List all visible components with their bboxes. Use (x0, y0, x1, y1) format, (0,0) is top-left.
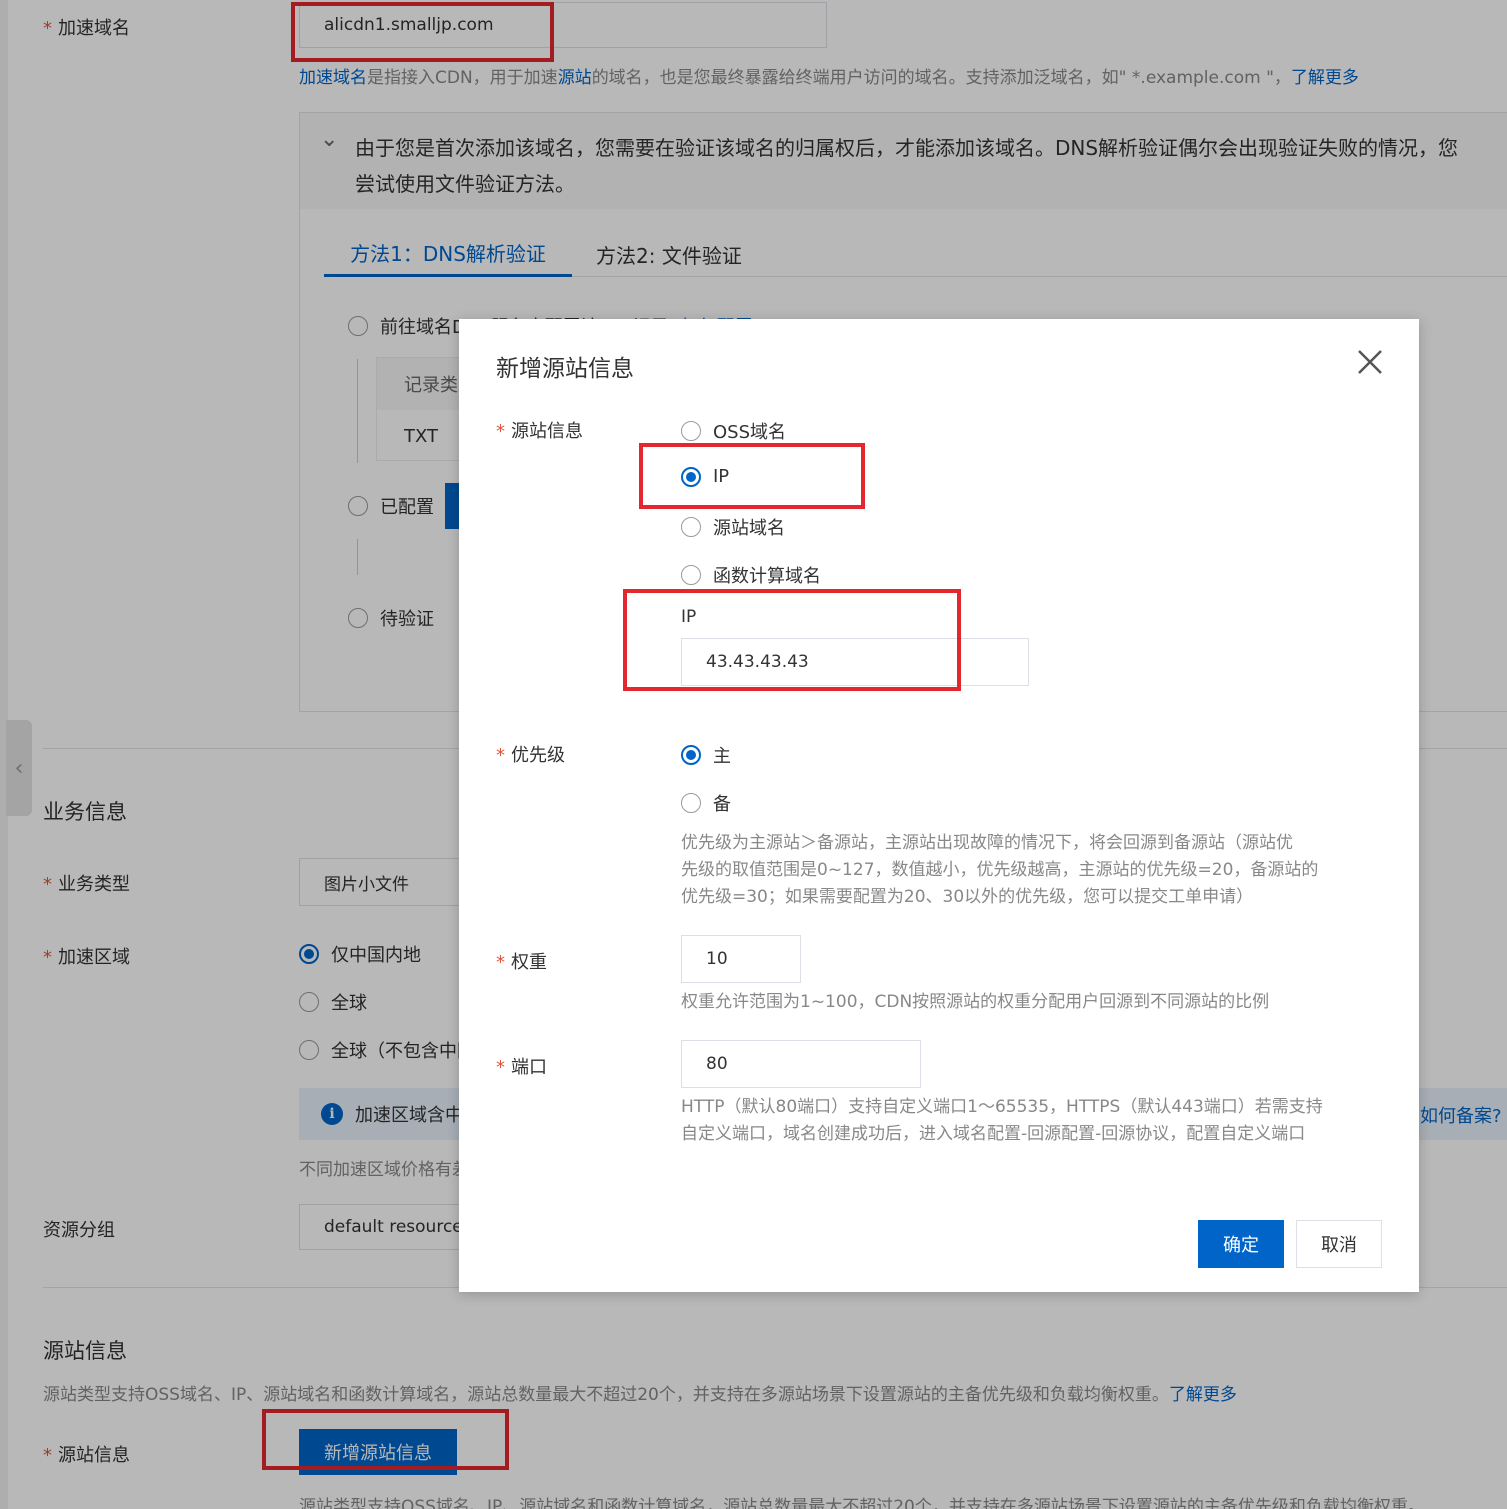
highlight-ip-input (623, 589, 961, 691)
close-icon[interactable] (1355, 347, 1385, 377)
cancel-button[interactable]: 取消 (1296, 1220, 1382, 1268)
port-label: * 端口 (496, 1057, 547, 1078)
weight-label: * 权重 (496, 952, 547, 973)
modal-origin-info-label: * 源站信息 (496, 421, 583, 442)
priority-primary[interactable]: 主 (681, 742, 731, 768)
add-origin-modal: 新增源站信息 * 源站信息 OSS域名 IP 源站域名 函数计算域名 IP 43.… (459, 319, 1419, 1292)
origin-type-oss-radio[interactable] (681, 421, 701, 441)
highlight-ip-option (639, 443, 865, 509)
weight-input[interactable]: 10 (681, 935, 801, 983)
priority-backup[interactable]: 备 (681, 790, 731, 816)
priority-label: * 优先级 (496, 745, 565, 766)
port-input[interactable]: 80 (681, 1040, 921, 1088)
origin-type-domain-radio[interactable] (681, 517, 701, 537)
priority-help: 优先级为主源站＞备源站，主源站出现故障的情况下，将会回源到备源站（源站优 先级的… (681, 833, 1319, 907)
weight-help: 权重允许范围为1~100，CDN按照源站的权重分配用户回源到不同源站的比例 (681, 992, 1270, 1012)
port-help: HTTP（默认80端口）支持自定义端口1～65535，HTTPS（默认443端口… (681, 1097, 1323, 1144)
confirm-button[interactable]: 确定 (1198, 1220, 1284, 1268)
origin-type-fc-radio[interactable] (681, 565, 701, 585)
origin-type-fc[interactable]: 函数计算域名 (681, 562, 821, 588)
priority-backup-radio[interactable] (681, 793, 701, 813)
origin-type-domain[interactable]: 源站域名 (681, 514, 785, 540)
origin-type-oss[interactable]: OSS域名 (681, 418, 786, 444)
modal-title: 新增源站信息 (496, 356, 634, 382)
priority-primary-radio[interactable] (681, 745, 701, 765)
